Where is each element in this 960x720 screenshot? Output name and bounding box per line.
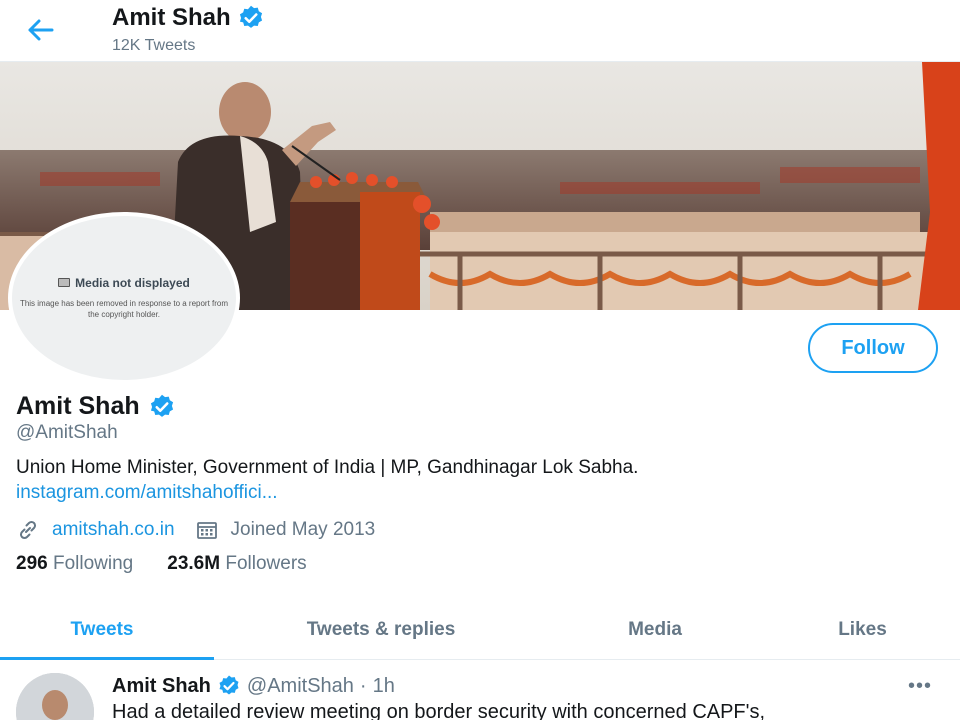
tweet-item[interactable]: Amit Shah @AmitShah · 1h ••• Had a detai…: [0, 661, 960, 720]
tweet-header: Amit Shah @AmitShah · 1h: [112, 674, 395, 698]
profile-name-row: Amit Shah: [16, 392, 176, 421]
media-not-displayed-notice: Media not displayed This image has been …: [12, 274, 236, 320]
verified-badge-icon: [237, 4, 265, 32]
top-bar: Amit Shah 12K Tweets: [0, 0, 960, 62]
profile-bio: Union Home Minister, Government of India…: [16, 457, 639, 478]
tweet-avatar[interactable]: [16, 673, 94, 720]
follow-button[interactable]: Follow: [808, 323, 938, 373]
tweet-text: Had a detailed review meeting on border …: [112, 701, 766, 720]
tweet-author-name[interactable]: Amit Shah: [112, 675, 211, 698]
profile-name: Amit Shah: [16, 392, 140, 420]
tweet-time[interactable]: 1h: [373, 675, 395, 698]
back-button[interactable]: [22, 12, 58, 48]
tab-likes[interactable]: Likes: [790, 600, 935, 660]
following-label: Following: [52, 553, 134, 574]
active-tab-indicator: [0, 657, 214, 660]
joined-date: Joined May 2013: [230, 519, 376, 540]
bio-link[interactable]: instagram.com/amitshahoffici...: [16, 482, 278, 504]
header-name-row: Amit Shah: [112, 4, 265, 32]
verified-badge-icon: [217, 674, 241, 698]
media-title-row: Media not displayed: [58, 276, 190, 290]
followers-label: Followers: [225, 553, 307, 574]
verified-badge-icon: [148, 393, 176, 421]
tweet-author-handle: @AmitShah: [246, 674, 354, 697]
profile-meta: amitshah.co.in Joined May 2013: [16, 517, 375, 543]
profile-stats: 296 Following 23.6M Followers: [16, 553, 307, 575]
tweet-count: 12K Tweets: [112, 37, 196, 54]
tab-tweets[interactable]: Tweets: [0, 600, 204, 660]
profile-handle: @AmitShah: [16, 422, 118, 443]
tweet-more-icon[interactable]: •••: [908, 675, 932, 698]
tab-media[interactable]: Media: [560, 600, 750, 660]
link-icon: [16, 518, 40, 542]
profile-avatar[interactable]: Media not displayed This image has been …: [8, 212, 240, 384]
following-stat[interactable]: 296 Following: [16, 553, 133, 575]
website-link[interactable]: amitshah.co.in: [52, 519, 175, 541]
following-count: 296: [16, 553, 48, 574]
media-title: Media not displayed: [75, 275, 190, 290]
media-removed-text: This image has been removed in response …: [19, 299, 229, 319]
tab-tweets-and-replies[interactable]: Tweets & replies: [226, 600, 536, 660]
followers-stat[interactable]: 23.6M Followers: [167, 553, 306, 575]
header-name: Amit Shah: [112, 4, 231, 31]
profile-tabs: Tweets Tweets & replies Media Likes: [0, 600, 960, 660]
image-placeholder-icon: [58, 278, 71, 287]
followers-count: 23.6M: [167, 553, 221, 574]
arrow-left-icon: [28, 19, 54, 41]
tweet-separator: ·: [359, 674, 367, 697]
calendar-icon: [195, 518, 219, 542]
